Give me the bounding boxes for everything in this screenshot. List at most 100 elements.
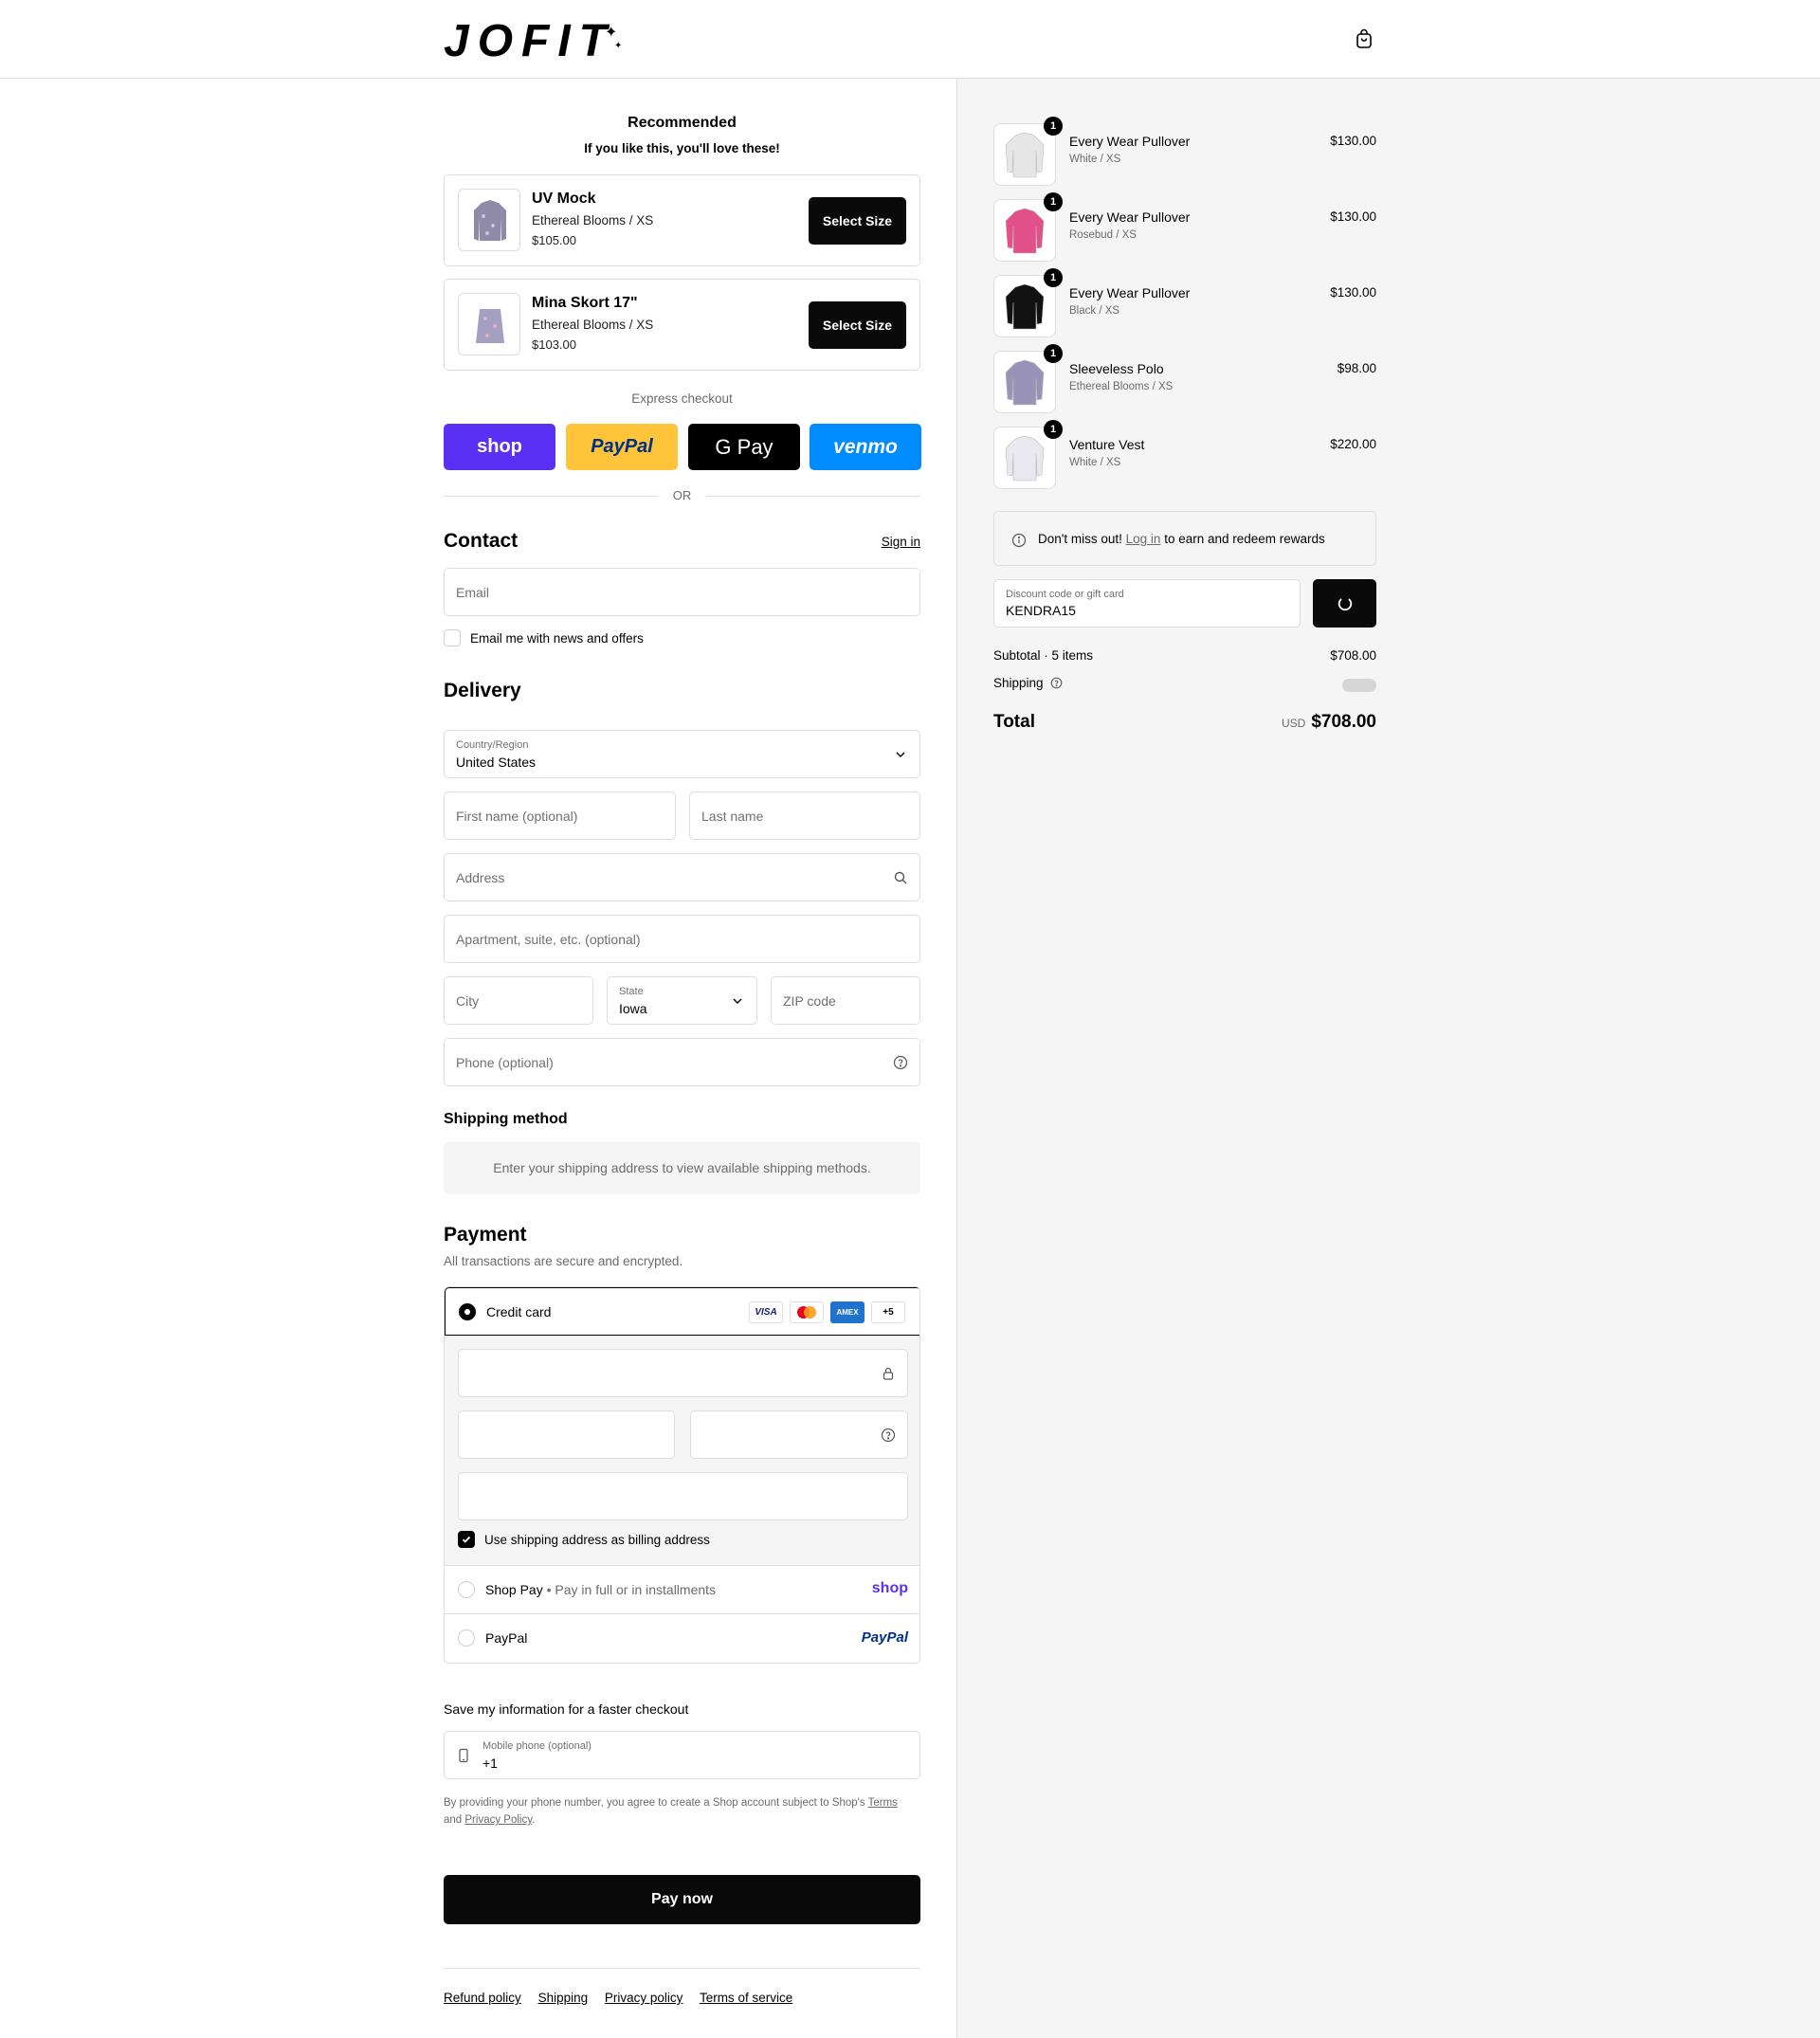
product-variant: Ethereal Blooms / XS xyxy=(532,318,654,332)
quantity-badge: 1 xyxy=(1044,117,1063,136)
log-in-link[interactable]: Log in xyxy=(1126,532,1161,546)
paypal-logo: PayPal xyxy=(861,1629,908,1646)
info-icon xyxy=(1011,533,1027,548)
payment-heading: Payment xyxy=(444,1224,527,1246)
credit-card-radio[interactable] xyxy=(459,1303,476,1320)
shopping-bag-icon[interactable] xyxy=(1353,27,1375,50)
apartment-field[interactable]: Apartment, suite, etc. (optional) xyxy=(444,915,920,963)
select-size-button[interactable]: Select Size xyxy=(809,301,906,349)
privacy-policy-link[interactable]: Privacy policy xyxy=(605,1991,683,2005)
venmo-logo: venmo xyxy=(833,435,898,458)
shop-pay-sublabel: Pay in full or in installments xyxy=(555,1582,717,1597)
last-name-field[interactable]: Last name xyxy=(689,792,920,840)
jofit-logo[interactable]: JOFIT ✦ ✦ xyxy=(442,16,631,66)
shop-pay-radio[interactable] xyxy=(458,1581,475,1598)
or-divider: OR xyxy=(444,486,920,505)
item-variant: Rosebud / XS xyxy=(1069,229,1137,241)
product-price: $103.00 xyxy=(532,337,576,352)
first-name-field[interactable]: First name (optional) xyxy=(444,792,676,840)
sign-in-link[interactable]: Sign in xyxy=(882,535,920,549)
paypal-radio[interactable] xyxy=(458,1629,475,1647)
item-name: Every Wear Pullover xyxy=(1069,134,1191,149)
card-expiry-field[interactable] xyxy=(458,1410,675,1459)
product-name: Mina Skort 17" xyxy=(532,295,638,311)
amex-icon: AMEX xyxy=(830,1301,864,1323)
select-size-button[interactable]: Select Size xyxy=(809,197,906,245)
zip-field[interactable]: ZIP code xyxy=(771,976,920,1025)
city-field[interactable]: City xyxy=(444,976,593,1025)
credit-card-option[interactable]: Credit card VISA AMEX +5 xyxy=(445,1287,919,1336)
item-price: $130.00 xyxy=(1330,285,1376,300)
item-variant: White / XS xyxy=(1069,154,1121,165)
shop-pay-option[interactable]: Shop Pay • Pay in full or in installment… xyxy=(445,1566,919,1614)
card-cvv-field[interactable] xyxy=(690,1410,908,1459)
news-checkbox[interactable] xyxy=(444,629,461,646)
recommended-subtitle: If you like this, you'll love these! xyxy=(584,141,780,155)
apply-discount-button[interactable] xyxy=(1313,579,1376,628)
card-name-field[interactable] xyxy=(458,1472,908,1520)
billing-checkbox-row[interactable]: Use shipping address as billing address xyxy=(458,1531,710,1548)
billing-checkbox[interactable] xyxy=(458,1531,475,1548)
legal-text: By providing your phone number, you agre… xyxy=(444,1797,898,1826)
product-name: UV Mock xyxy=(532,191,596,207)
news-checkbox-row[interactable]: Email me with news and offers xyxy=(444,629,644,646)
privacy-policy-link[interactable]: Privacy Policy xyxy=(464,1814,532,1826)
order-line-item: 1 Every Wear Pullover White / XS $130.00 xyxy=(993,117,1376,186)
venmo-button[interactable]: venmo xyxy=(810,424,921,470)
svg-text:✦: ✦ xyxy=(614,41,622,51)
product-thumbnail: 1 xyxy=(993,344,1063,413)
recommended-card-uv-mock: UV Mock Ethereal Blooms / XS $105.00 Sel… xyxy=(444,174,920,266)
item-name: Sleeveless Polo xyxy=(1069,361,1164,376)
total-value-row: USD $708.00 xyxy=(1282,712,1376,733)
shipping-method-heading: Shipping method xyxy=(444,1111,568,1127)
footer-links: Refund policy Shipping Privacy policy Te… xyxy=(444,1991,806,2005)
subtotal-label: Subtotal · 5 items xyxy=(993,648,1094,663)
product-thumbnail xyxy=(458,293,520,355)
paypal-option[interactable]: PayPal PayPal xyxy=(445,1614,919,1663)
credit-card-label: Credit card xyxy=(486,1304,552,1319)
express-checkout-label: Express checkout xyxy=(631,391,733,406)
phone-field[interactable]: Phone (optional) xyxy=(444,1038,920,1086)
shop-pay-logo: shop xyxy=(477,436,522,457)
item-variant: Black / XS xyxy=(1069,305,1120,317)
news-checkbox-label: Email me with news and offers xyxy=(470,630,644,646)
product-price: $105.00 xyxy=(532,233,576,247)
shipping-link[interactable]: Shipping xyxy=(538,1991,589,2005)
mobile-phone-field[interactable]: Mobile phone (optional) +1 xyxy=(444,1731,920,1779)
google-pay-button[interactable]: G Pay xyxy=(688,424,800,470)
footer-divider xyxy=(444,1968,920,1969)
item-name: Every Wear Pullover xyxy=(1069,285,1191,300)
google-pay-logo: G Pay xyxy=(715,434,774,459)
recommended-card-mina-skort: Mina Skort 17" Ethereal Blooms / XS $103… xyxy=(444,279,920,371)
paypal-button[interactable]: PayPal xyxy=(566,424,678,470)
quantity-badge: 1 xyxy=(1044,192,1063,211)
state-select[interactable]: State Iowa xyxy=(607,976,757,1025)
total-currency: USD xyxy=(1281,717,1306,730)
shop-pay-button[interactable]: shop xyxy=(444,424,555,470)
shipping-loading-placeholder xyxy=(1342,679,1376,692)
item-name: Venture Vest xyxy=(1069,437,1145,452)
help-icon[interactable] xyxy=(881,1428,896,1443)
terms-of-service-link[interactable]: Terms of service xyxy=(700,1991,792,2005)
pay-now-button[interactable]: Pay now xyxy=(444,1875,920,1924)
mobile-phone-icon xyxy=(459,1748,468,1763)
country-select[interactable]: Country/Region United States xyxy=(444,730,920,778)
refund-policy-link[interactable]: Refund policy xyxy=(444,1991,521,2005)
card-number-field[interactable] xyxy=(458,1349,908,1397)
order-line-item: 1 Sleeveless Polo Ethereal Blooms / XS $98.… xyxy=(993,344,1376,413)
item-name: Every Wear Pullover xyxy=(1069,209,1191,225)
address-field[interactable]: Address xyxy=(444,853,920,901)
subtotal-value: $708.00 xyxy=(1330,648,1376,663)
item-price: $98.00 xyxy=(1337,361,1376,375)
email-field[interactable]: Email xyxy=(444,568,920,616)
help-icon[interactable] xyxy=(893,1055,908,1070)
more-cards-badge: +5 xyxy=(871,1301,905,1323)
product-thumbnail: 1 xyxy=(993,268,1063,337)
shop-pay-label: Shop Pay xyxy=(485,1582,543,1597)
discount-code-field[interactable]: Discount code or gift card KENDRA15 xyxy=(993,579,1301,628)
quantity-badge: 1 xyxy=(1044,268,1063,287)
chevron-down-icon xyxy=(896,752,905,757)
terms-link[interactable]: Terms xyxy=(868,1797,898,1809)
billing-checkbox-label: Use shipping address as billing address xyxy=(484,1532,710,1547)
help-icon[interactable] xyxy=(1050,677,1063,689)
